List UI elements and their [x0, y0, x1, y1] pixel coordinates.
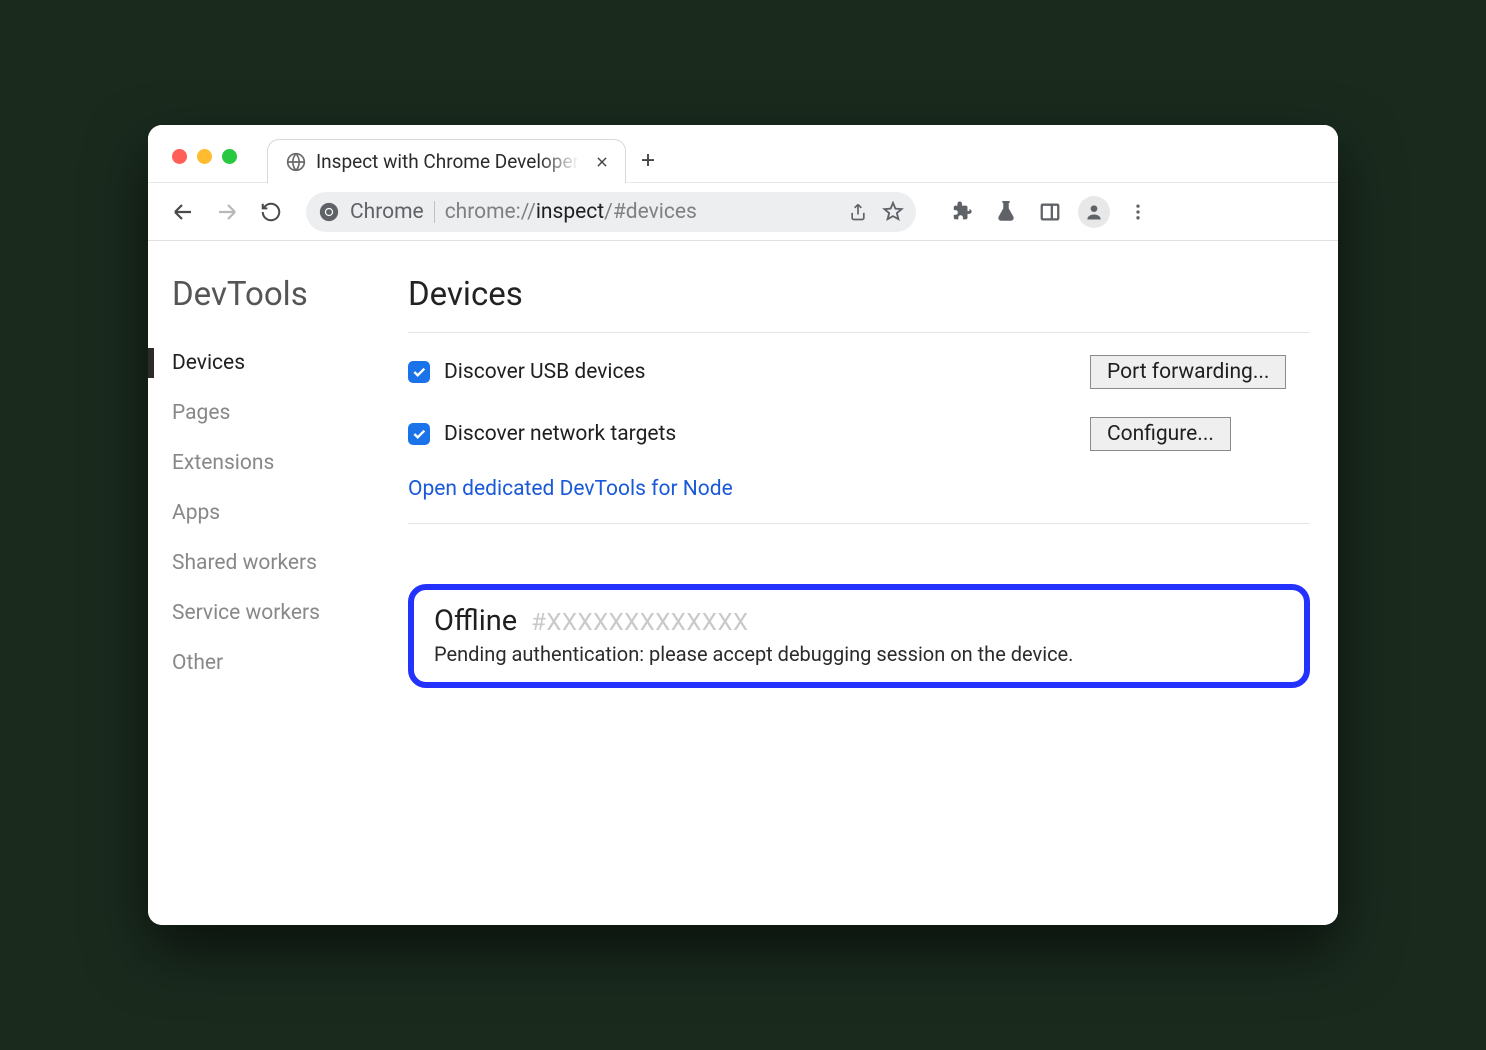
sidebar-item-other[interactable]: Other: [172, 638, 408, 688]
sidebar-title: DevTools: [172, 275, 408, 314]
menu-button[interactable]: [1120, 194, 1156, 230]
port-forwarding-button[interactable]: Port forwarding...: [1090, 355, 1286, 389]
back-button[interactable]: [166, 195, 200, 229]
browser-tab[interactable]: Inspect with Chrome Developer: [267, 139, 626, 183]
sidebar-item-devices[interactable]: Devices: [172, 338, 408, 388]
discover-network-checkbox[interactable]: [408, 423, 430, 445]
sidebar-item-shared-workers[interactable]: Shared workers: [172, 538, 408, 588]
toolbar: Chrome chrome://inspect/#devices: [148, 183, 1338, 241]
device-header: Offline #XXXXXXXXXXXXX: [434, 604, 1284, 638]
page-content: DevTools Devices Pages Extensions Apps S…: [148, 241, 1338, 925]
tab-title: Inspect with Chrome Developer: [316, 150, 579, 173]
configure-button[interactable]: Configure...: [1090, 417, 1231, 451]
device-id: #XXXXXXXXXXXXX: [531, 608, 748, 636]
device-message: Pending authentication: please accept de…: [434, 642, 1284, 666]
tab-overflow: [1310, 172, 1320, 182]
sidebar-item-service-workers[interactable]: Service workers: [172, 588, 408, 638]
discover-usb-checkbox[interactable]: [408, 361, 430, 383]
address-bar[interactable]: Chrome chrome://inspect/#devices: [306, 192, 916, 232]
sidebar: DevTools Devices Pages Extensions Apps S…: [148, 241, 408, 925]
browser-window: Inspect with Chrome Developer: [148, 125, 1338, 925]
bookmark-icon[interactable]: [882, 201, 904, 223]
close-tab-button[interactable]: [595, 155, 609, 169]
sidebar-item-apps[interactable]: Apps: [172, 488, 408, 538]
omnibox-divider: [434, 201, 435, 223]
forward-button[interactable]: [210, 195, 244, 229]
avatar-icon: [1078, 196, 1110, 228]
url-text: chrome://inspect/#devices: [445, 200, 697, 224]
extensions-icon[interactable]: [944, 194, 980, 230]
side-panel-icon[interactable]: [1032, 194, 1068, 230]
maximize-window-button[interactable]: [222, 149, 237, 164]
url-host: inspect: [536, 200, 604, 224]
close-window-button[interactable]: [172, 149, 187, 164]
discover-usb-label: Discover USB devices: [444, 360, 646, 384]
discover-usb-row: Discover USB devices Port forwarding...: [408, 355, 1310, 389]
toolbar-icons: [944, 194, 1156, 230]
url-path: /#devices: [604, 200, 697, 224]
device-status: Offline: [434, 604, 517, 638]
origin-label: Chrome: [350, 200, 424, 224]
globe-icon: [286, 152, 306, 172]
sidebar-item-pages[interactable]: Pages: [172, 388, 408, 438]
url-scheme: chrome://: [445, 200, 536, 224]
omnibox-actions: [848, 201, 904, 223]
profile-button[interactable]: [1076, 194, 1112, 230]
sidebar-item-extensions[interactable]: Extensions: [172, 438, 408, 488]
page-title: Devices: [408, 275, 1310, 314]
window-controls: [166, 149, 267, 182]
share-icon[interactable]: [848, 202, 868, 222]
discover-network-row: Discover network targets Configure...: [408, 417, 1310, 451]
main-panel: Devices Discover USB devices Port forwar…: [408, 241, 1338, 925]
reload-button[interactable]: [254, 195, 288, 229]
new-tab-button[interactable]: [626, 138, 670, 182]
tab-strip: Inspect with Chrome Developer: [148, 125, 1338, 183]
open-node-devtools-link[interactable]: Open dedicated DevTools for Node: [408, 477, 733, 501]
discover-section: Discover USB devices Port forwarding... …: [408, 332, 1310, 523]
device-card: Offline #XXXXXXXXXXXXX Pending authentic…: [408, 584, 1310, 688]
labs-icon[interactable]: [988, 194, 1024, 230]
discover-network-label: Discover network targets: [444, 422, 676, 446]
minimize-window-button[interactable]: [197, 149, 212, 164]
chrome-icon: [318, 201, 340, 223]
